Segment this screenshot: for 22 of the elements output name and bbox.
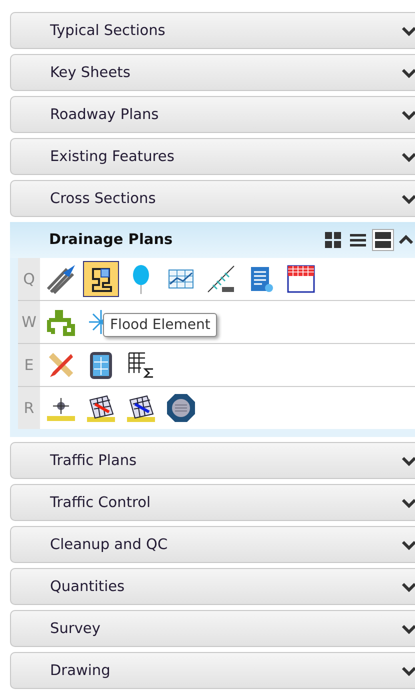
section-title: Drainage Plans (49, 232, 173, 248)
section-header[interactable]: Traffic Control (10, 484, 415, 521)
shortcut-key-label: Q (18, 258, 40, 300)
shortcut-key-label: R (18, 387, 40, 429)
collapse-caret-icon[interactable] (399, 235, 413, 245)
section-header[interactable]: Quantities (10, 568, 415, 605)
section-header[interactable]: Roadway Plans (10, 96, 415, 133)
tooltip: Flood Element (103, 313, 218, 337)
section-header[interactable]: Cleanup and QC (10, 526, 415, 563)
shortcut-key-label: E (18, 344, 40, 386)
tiles-view-icon[interactable] (322, 229, 344, 251)
shortcut-key-label: W (18, 301, 40, 343)
section-header[interactable]: Survey (10, 610, 415, 647)
section-header[interactable]: Cross Sections (10, 180, 415, 217)
section-header[interactable]: Key Sheets (10, 54, 415, 91)
section-header[interactable]: Drawing (10, 652, 415, 689)
section-header[interactable]: Existing Features (10, 138, 415, 175)
section-header[interactable]: Traffic Plans (10, 442, 415, 479)
section-header[interactable]: Typical Sections (10, 12, 415, 49)
section-header[interactable]: Drainage Plans (10, 222, 415, 258)
rows-view-icon[interactable] (372, 229, 394, 251)
outline-shape-icon[interactable] (83, 261, 119, 297)
